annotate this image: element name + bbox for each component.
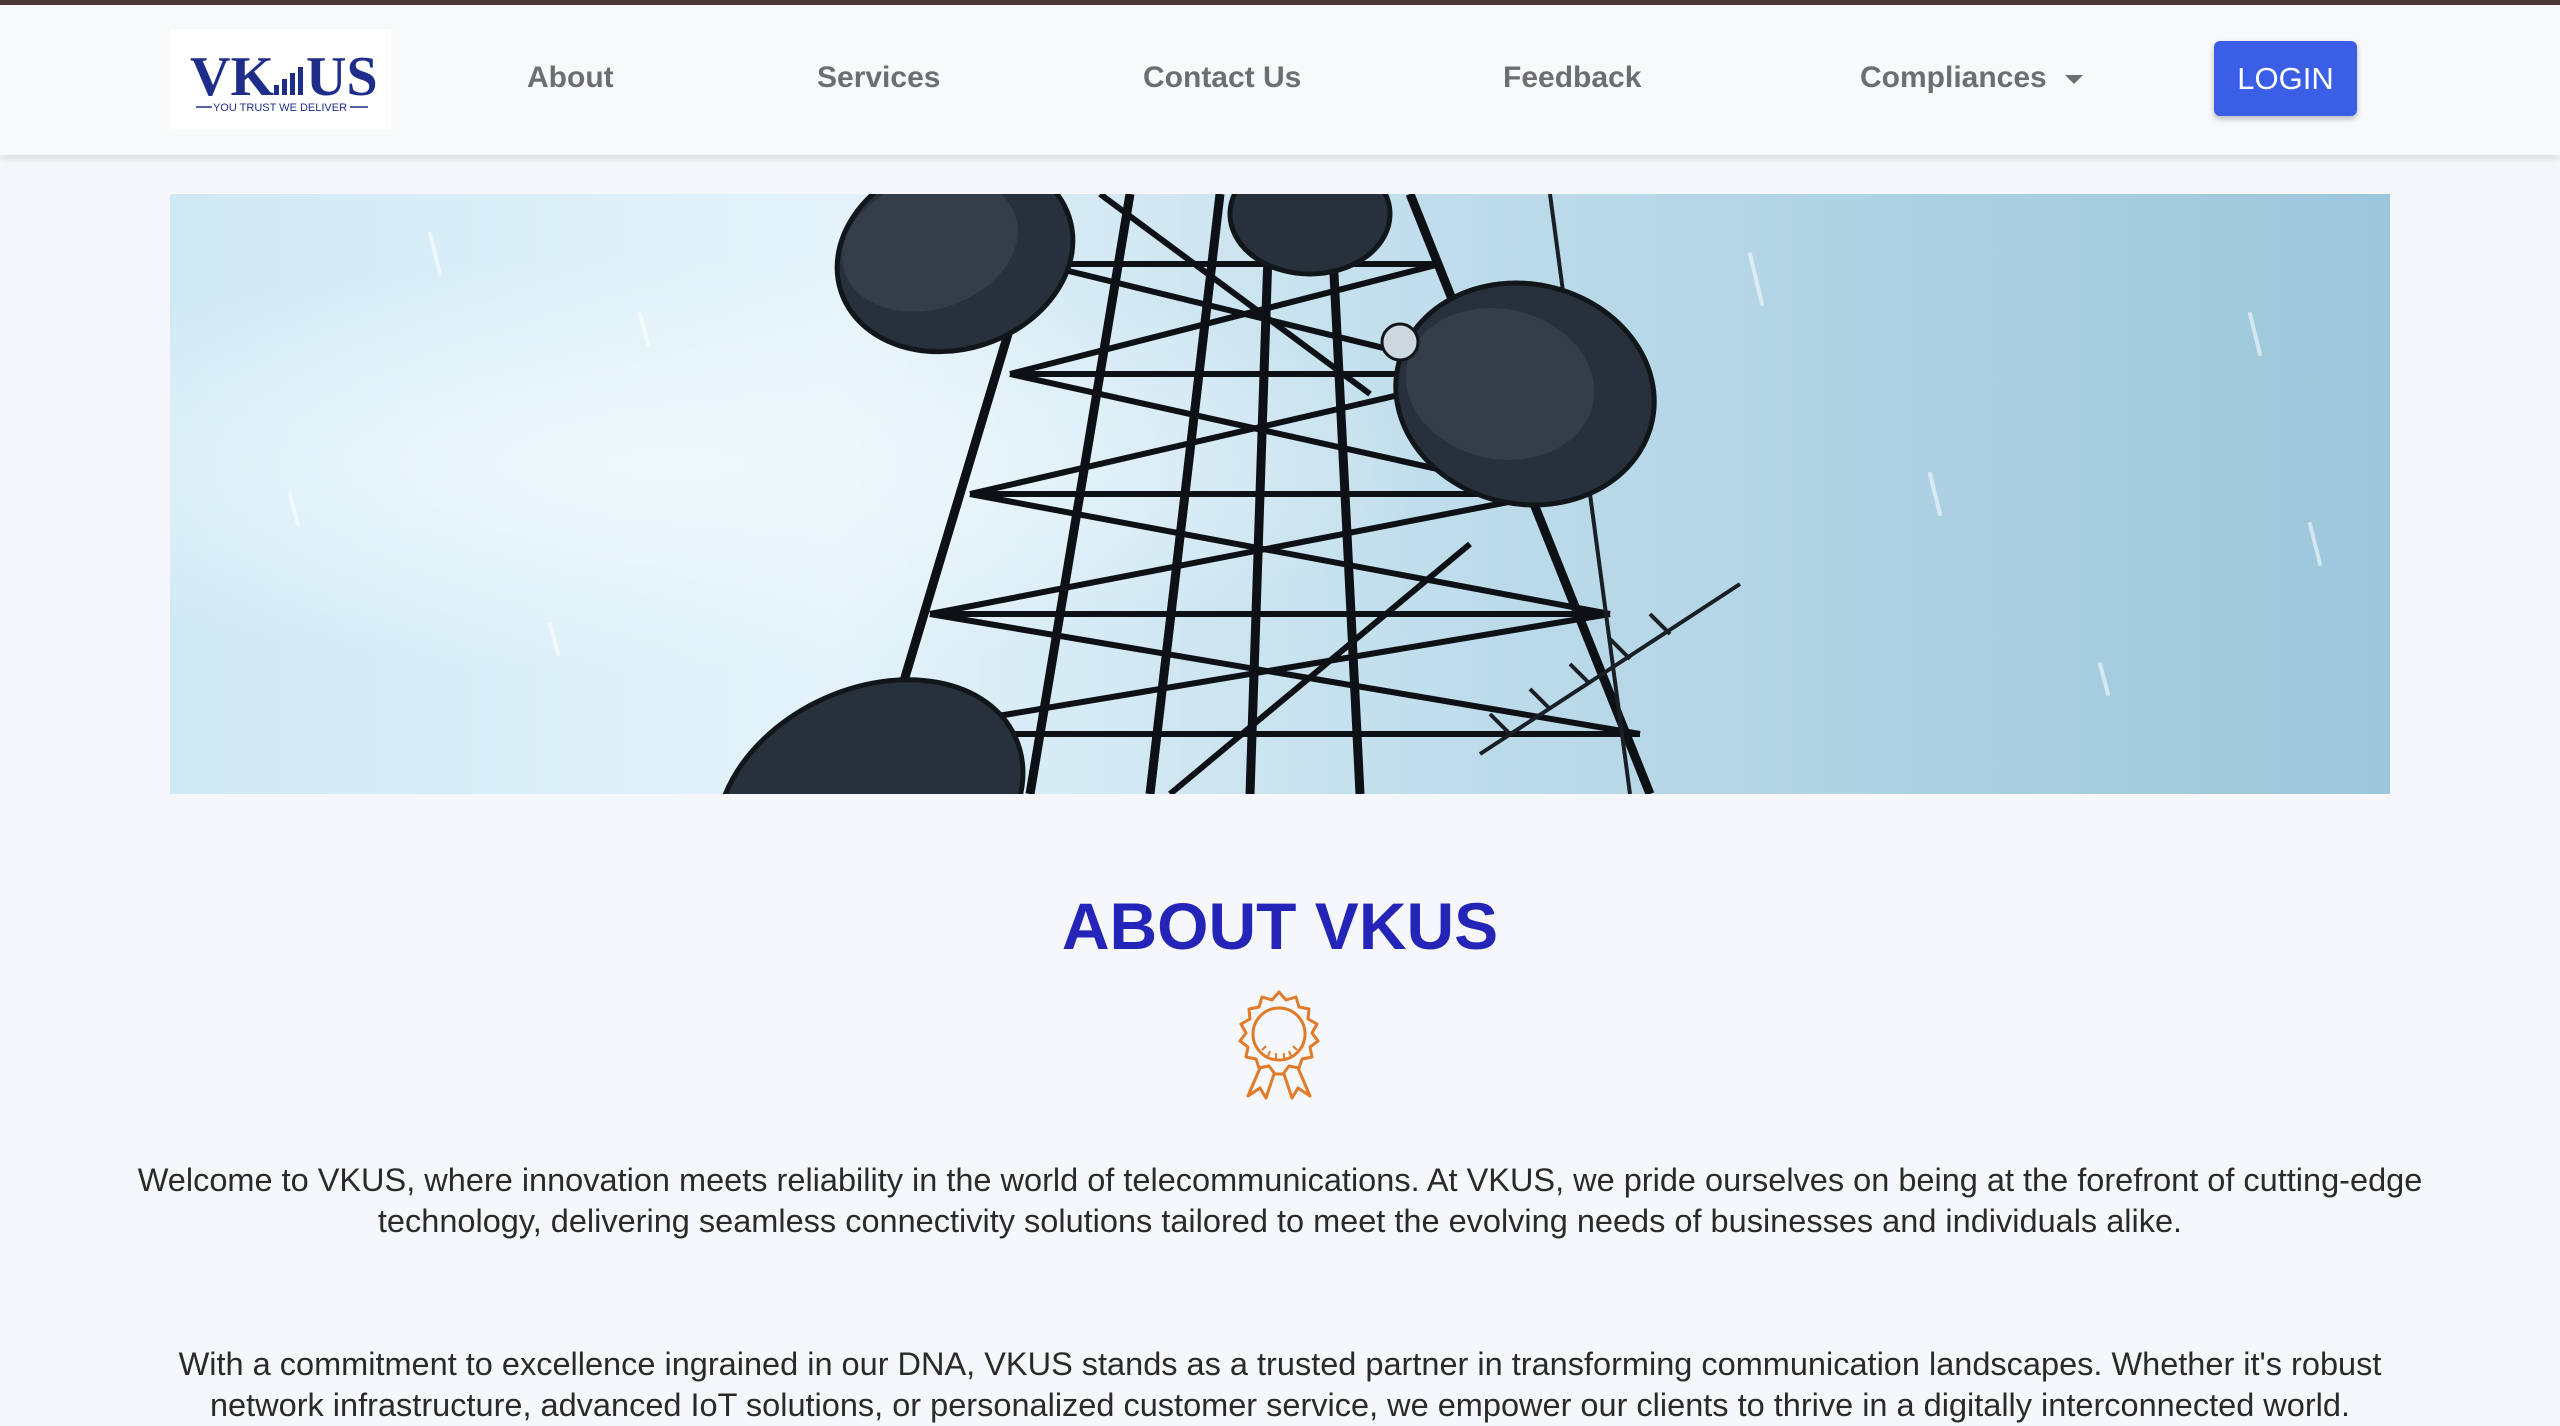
about-heading: ABOUT VKUS [1061,889,1499,963]
svg-text:VK: VK [190,46,274,108]
login-button[interactable]: LOGIN [2214,41,2357,116]
award-ribbon-icon [1230,988,1328,1100]
nav-contact-us[interactable]: Contact Us [1143,61,1301,95]
about-paragraph-1: Welcome to VKUS, where innovation meets … [137,1162,2423,1239]
about-paragraph-2: With a commitment to excellence ingraine… [178,1346,2382,1423]
nav-about[interactable]: About [527,61,614,95]
nav-feedback[interactable]: Feedback [1503,61,1641,95]
svg-text:US: US [306,46,378,108]
svg-text:YOU TRUST WE DELIVER: YOU TRUST WE DELIVER [213,102,347,114]
brand-logo[interactable]: VK US YOU TRUST WE DELIVER [170,29,391,130]
top-navbar: VK US YOU TRUST WE DELIVER About Service… [0,5,2560,155]
chevron-down-icon [2064,74,2083,84]
hero-banner-image [170,194,2390,794]
nav-compliances-dropdown[interactable]: Compliances [1860,61,2083,95]
nav-compliances-label: Compliances [1860,61,2047,94]
nav-services[interactable]: Services [817,61,940,95]
